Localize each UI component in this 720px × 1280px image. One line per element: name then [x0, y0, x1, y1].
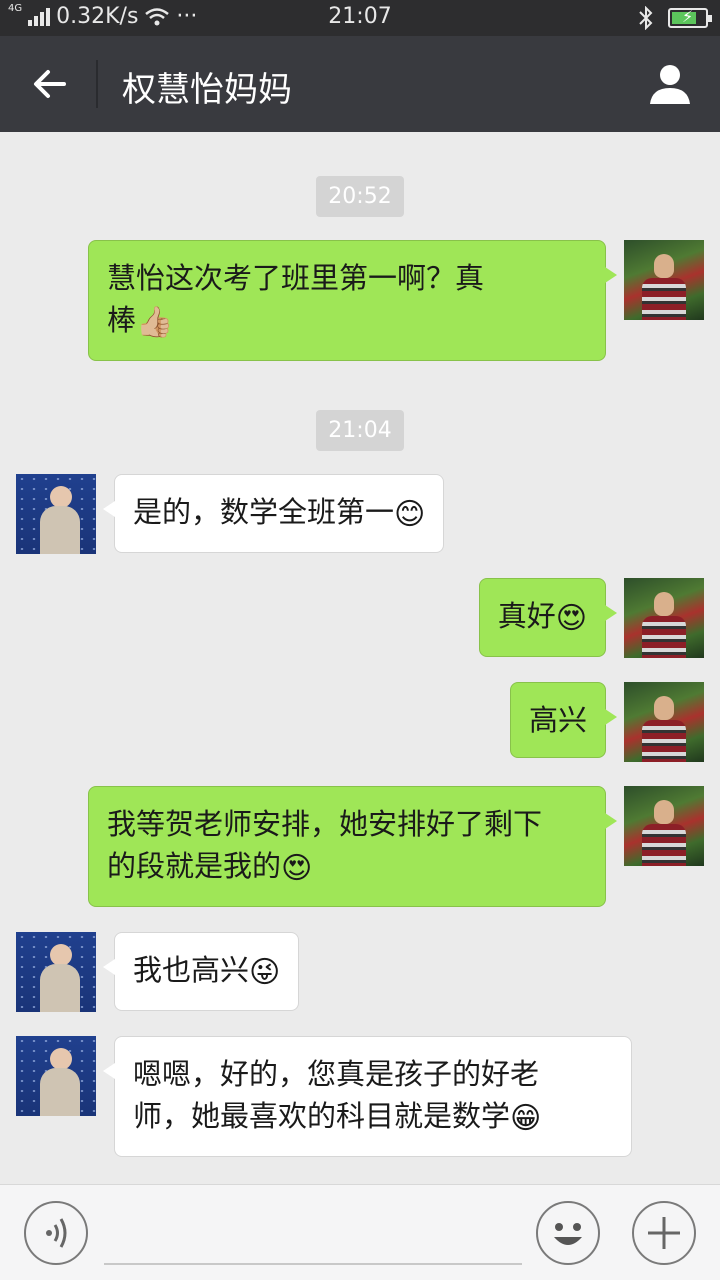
message-text: 嗯嗯，好的，您真是孩子的好老 — [133, 1057, 540, 1091]
chat-area[interactable]: 20:52 慧怡这次考了班里第一啊？真 棒👍🏼 21:04 是的，数学全班第一😊… — [0, 132, 720, 1184]
message-text: 我也高兴 — [133, 953, 250, 987]
avatar-other[interactable] — [16, 932, 96, 1012]
heart-eyes-emoji-icon: 😍 — [281, 851, 313, 886]
avatar-other[interactable] — [16, 474, 96, 554]
message-text: 真好 — [497, 599, 556, 633]
person-icon[interactable] — [648, 62, 692, 106]
message-bubble-other[interactable]: 嗯嗯，好的，您真是孩子的好老 师，她最喜欢的科目就是数学😁 — [103, 1036, 632, 1157]
message-text: 的段就是我的 — [107, 849, 282, 883]
status-right: ⚡ — [638, 6, 712, 30]
message-bubble-me[interactable]: 我等贺老师安排，她安排好了剩下 的段就是我的😍 — [88, 786, 617, 907]
message-text: 我等贺老师安排，她安排好了剩下 — [107, 807, 543, 841]
smiling-emoji-icon: 😊 — [394, 497, 426, 532]
timestamp: 21:04 — [0, 410, 720, 451]
avatar-me[interactable] — [624, 682, 704, 762]
avatar-me[interactable] — [624, 240, 704, 320]
plus-icon[interactable] — [632, 1201, 696, 1265]
message-text: 慧怡这次考了班里第一啊？真 — [107, 261, 485, 295]
message-bubble-me[interactable]: 慧怡这次考了班里第一啊？真 棒👍🏼 — [88, 240, 617, 361]
input-bar — [0, 1184, 720, 1280]
title-bar: 权慧怡妈妈 — [0, 36, 720, 132]
avatar-other[interactable] — [16, 1036, 96, 1116]
back-arrow-icon[interactable] — [30, 64, 70, 104]
message-text: 高兴 — [528, 703, 587, 737]
thumbs-up-emoji-icon: 👍🏼 — [136, 305, 174, 340]
message-bubble-other[interactable]: 是的，数学全班第一😊 — [102, 474, 445, 553]
timestamp: 20:52 — [0, 176, 720, 217]
title-divider — [96, 60, 98, 108]
winking-tongue-emoji-icon: 😜 — [249, 955, 281, 990]
smiley-icon[interactable] — [536, 1201, 600, 1265]
page-title: 权慧怡妈妈 — [122, 70, 292, 110]
heart-eyes-emoji-icon: 😍 — [555, 601, 587, 636]
status-bar: 4G 0.32K/s ··· 21:07 ⚡ — [0, 0, 720, 36]
message-input[interactable] — [104, 1263, 522, 1265]
message-bubble-other[interactable]: 我也高兴😜 — [102, 932, 300, 1011]
grinning-emoji-icon: 😁 — [510, 1101, 542, 1136]
voice-icon[interactable] — [24, 1201, 88, 1265]
message-text: 师，她最喜欢的科目就是数学 — [133, 1099, 511, 1133]
avatar-me[interactable] — [624, 578, 704, 658]
avatar-me[interactable] — [624, 786, 704, 866]
clock: 21:07 — [328, 4, 392, 29]
bluetooth-icon — [639, 6, 653, 30]
message-text: 是的，数学全班第一 — [133, 495, 395, 529]
message-bubble-me[interactable]: 真好😍 — [478, 578, 618, 657]
battery-charging-icon: ⚡ — [668, 7, 712, 28]
message-text: 棒 — [107, 303, 137, 337]
message-bubble-me[interactable]: 高兴 — [509, 682, 618, 758]
